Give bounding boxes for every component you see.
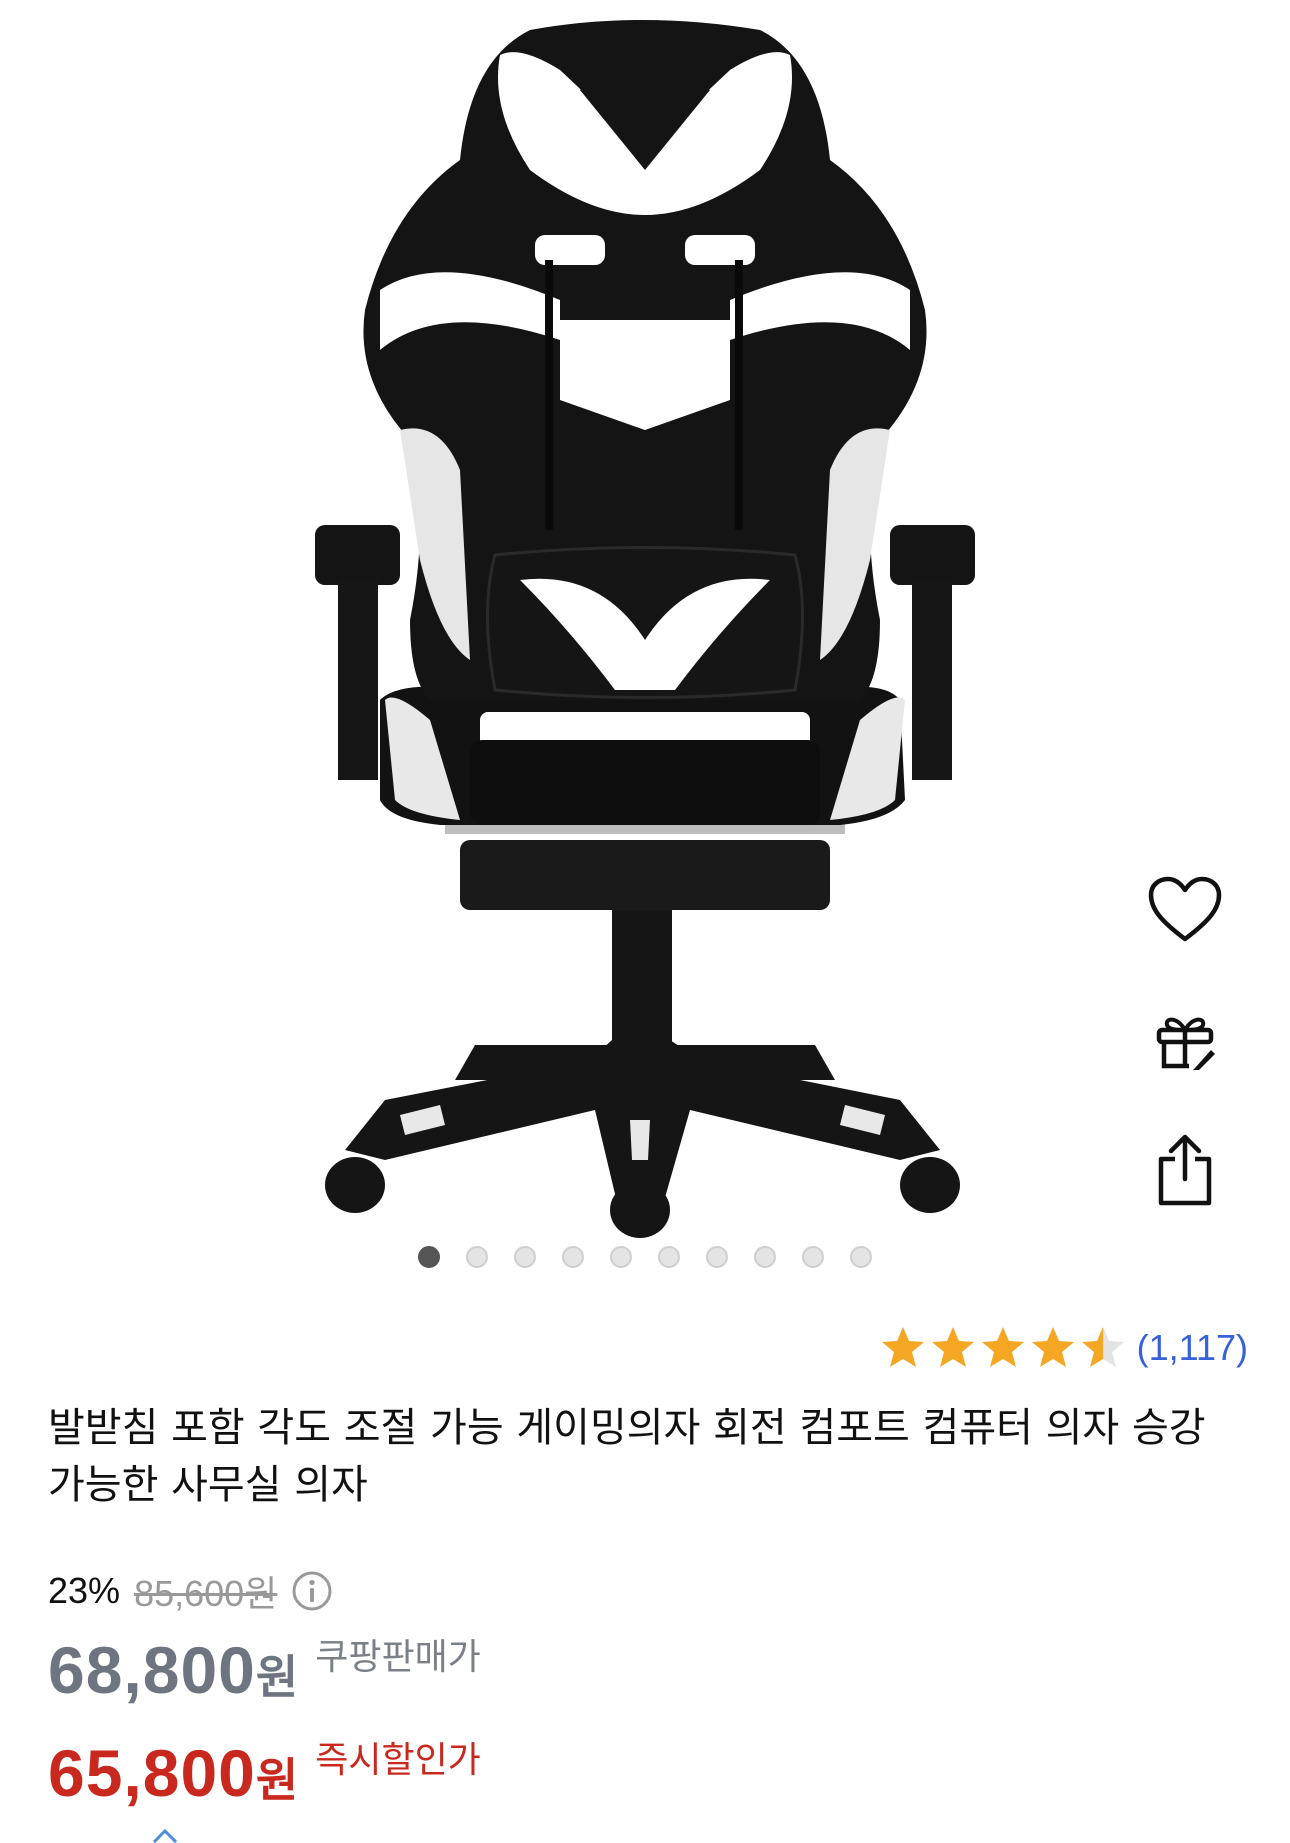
share-icon xyxy=(1158,1134,1212,1206)
sale-price-number: 68,800 xyxy=(48,1633,256,1707)
gallery-dot-9[interactable] xyxy=(802,1246,824,1268)
gallery-dot-3[interactable] xyxy=(514,1246,536,1268)
star-icon xyxy=(981,1327,1024,1367)
instant-price-row: 65,800원 즉시할인가 xyxy=(48,1735,481,1811)
instant-price-label: 즉시할인가 xyxy=(315,1739,481,1780)
product-image[interactable] xyxy=(0,0,1290,1300)
product-image-gallery[interactable] xyxy=(0,0,1290,1300)
instant-price: 65,800원 xyxy=(48,1735,299,1811)
gallery-dot-6[interactable] xyxy=(658,1246,680,1268)
chevron-up-icon xyxy=(152,1828,178,1843)
gift-button[interactable] xyxy=(1140,995,1230,1085)
heart-icon xyxy=(1148,876,1222,942)
info-icon[interactable] xyxy=(291,1570,333,1612)
gift-icon xyxy=(1156,1017,1215,1070)
star-icon xyxy=(931,1327,974,1367)
gallery-dot-8[interactable] xyxy=(754,1246,776,1268)
gallery-dot-4[interactable] xyxy=(562,1246,584,1268)
original-price: 85,600원 xyxy=(134,1573,278,1614)
instant-price-number: 65,800 xyxy=(48,1736,256,1810)
product-title: 발받침 포함 각도 조절 가능 게이밍의자 회전 컴포트 컴퓨터 의자 승강 가… xyxy=(48,1405,1206,1508)
gallery-dot-5[interactable] xyxy=(610,1246,632,1268)
star-rating xyxy=(879,1324,1127,1372)
original-price-row: 23% 85,600원 xyxy=(48,1565,333,1617)
wishlist-button[interactable] xyxy=(1140,865,1230,955)
review-count[interactable]: (1,117) xyxy=(1137,1327,1248,1369)
sale-price-row: 68,800원 쿠팡판매가 xyxy=(48,1632,481,1708)
sale-price: 68,800원 xyxy=(48,1632,299,1708)
discount-rate: 23% xyxy=(48,1570,121,1611)
half-star-icon xyxy=(1081,1327,1124,1367)
gallery-dot-7[interactable] xyxy=(706,1246,728,1268)
star-icon xyxy=(1031,1327,1074,1367)
gallery-pagination xyxy=(0,1246,1290,1276)
rating-summary[interactable]: (1,117) xyxy=(879,1320,1248,1376)
gallery-dot-10[interactable] xyxy=(850,1246,872,1268)
share-button[interactable] xyxy=(1140,1125,1230,1215)
sale-price-unit: 원 xyxy=(255,1651,300,1703)
sale-price-label: 쿠팡판매가 xyxy=(315,1636,481,1677)
gallery-dot-2[interactable] xyxy=(466,1246,488,1268)
gallery-dot-1[interactable] xyxy=(418,1246,440,1268)
star-icon xyxy=(881,1327,924,1367)
instant-price-unit: 원 xyxy=(255,1754,300,1806)
